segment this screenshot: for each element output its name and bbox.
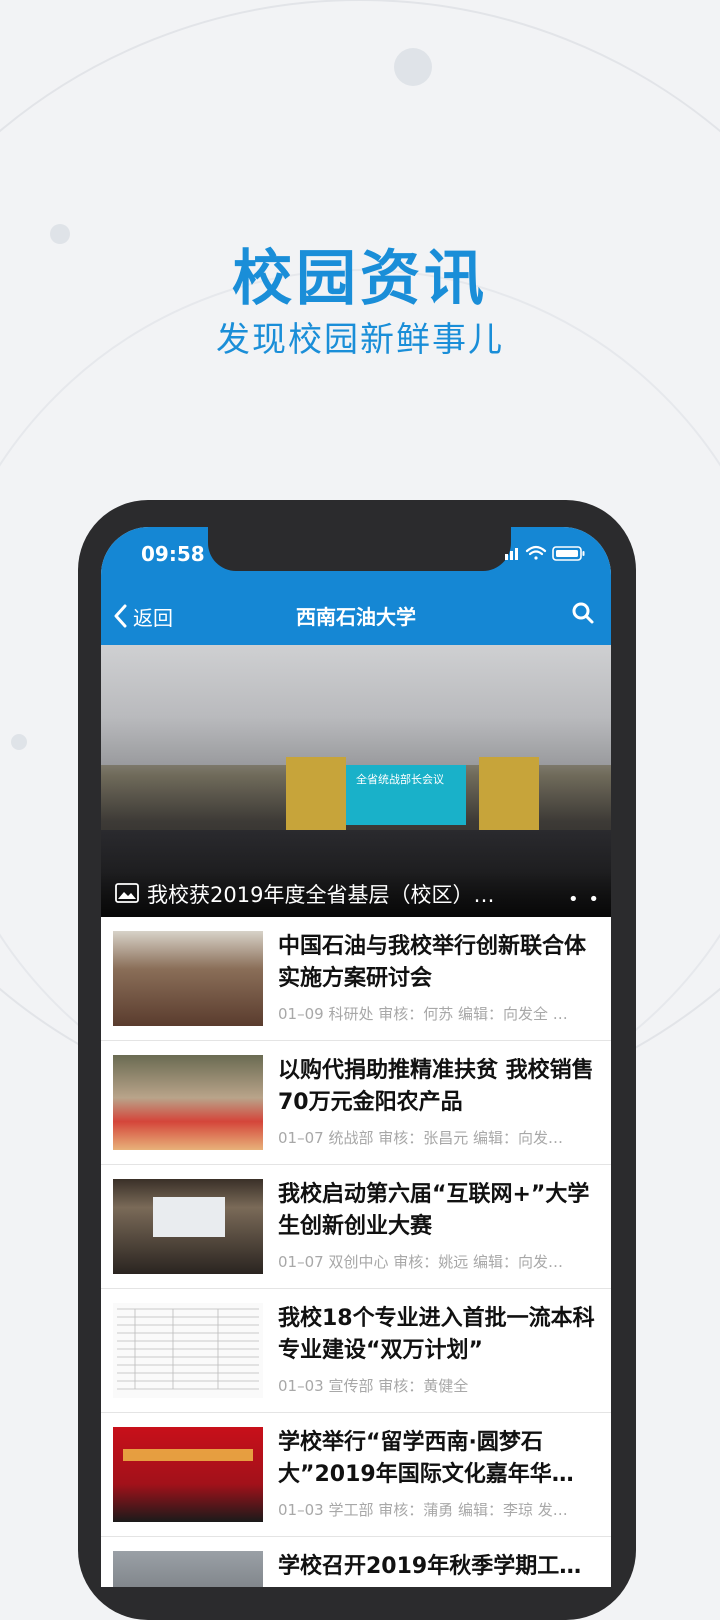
banner-curtain-left	[286, 757, 346, 837]
news-thumbnail	[113, 1551, 263, 1587]
news-meta: 01–07 统战部 审核：张昌元 编辑：向发…	[278, 1129, 563, 1147]
news-item[interactable]: 我校启动第六届“互联网+”大学生创新创业大赛 01–07 双创中心 审核：姚远 …	[101, 1165, 611, 1289]
status-bar: 09:58	[101, 527, 611, 587]
wifi-icon	[525, 545, 547, 560]
phone-notch	[208, 527, 511, 571]
news-thumbnail	[113, 1427, 263, 1522]
news-meta: 01–09 科研处 审核：何苏 编辑：向发全 …	[278, 1005, 568, 1023]
news-thumbnail	[113, 931, 263, 1026]
news-thumbnail	[113, 1055, 263, 1150]
news-item[interactable]: 学校举行“留学西南·圆梦石大”2019年国际文化嘉年华… 01–03 学工部 审…	[101, 1413, 611, 1537]
status-time: 09:58	[141, 542, 205, 566]
banner-screen-text: 全省统战部长会议	[356, 773, 444, 786]
news-title: 中国石油与我校举行创新联合体实施方案研讨会	[278, 934, 587, 991]
signal-icon	[505, 548, 518, 560]
battery-icon	[552, 546, 585, 561]
news-title: 学校召开2019年秋季学期工…	[278, 1554, 582, 1579]
promo-title: 校园资讯	[232, 244, 488, 314]
news-title: 我校18个专业进入首批一流本科专业建设“双万计划”	[278, 1306, 595, 1363]
featured-news-banner[interactable]: 全省统战部长会议 我校获2019年度全省基层（校区）… • •	[101, 645, 611, 917]
news-meta: 01–03 宣传部 审核：黄健全	[278, 1377, 469, 1395]
banner-caption: 我校获2019年度全省基层（校区）… • •	[101, 871, 611, 917]
news-item[interactable]: 学校召开2019年秋季学期工…	[101, 1537, 611, 1587]
news-list: 中国石油与我校举行创新联合体实施方案研讨会 01–09 科研处 审核：何苏 编辑…	[101, 917, 611, 1587]
news-meta: 01–07 双创中心 审核：姚远 编辑：向发…	[278, 1253, 563, 1271]
banner-curtain-right	[479, 757, 539, 837]
news-thumbnail	[113, 1179, 263, 1274]
status-icons	[505, 543, 589, 567]
news-title: 学校举行“留学西南·圆梦石大”2019年国际文化嘉年华…	[278, 1430, 574, 1487]
news-item[interactable]: 我校18个专业进入首批一流本科专业建设“双万计划” 01–03 宣传部 审核：黄…	[101, 1289, 611, 1413]
nav-bar: 返回 西南石油大学	[101, 587, 611, 645]
news-item[interactable]: 以购代捐助推精准扶贫 我校销售70万元金阳农产品 01–07 统战部 审核：张昌…	[101, 1041, 611, 1165]
news-meta: 01–03 学工部 审核：蒲勇 编辑：李琼 发…	[278, 1501, 568, 1519]
banner-caption-text: 我校获2019年度全省基层（校区）…	[147, 883, 495, 907]
search-button[interactable]	[571, 601, 595, 629]
page-title: 西南石油大学	[296, 605, 416, 629]
news-title: 我校启动第六届“互联网+”大学生创新创业大赛	[278, 1182, 590, 1239]
banner-stage-screen: 全省统战部长会议	[346, 765, 466, 825]
promo-subtitle: 发现校园新鲜事儿	[216, 320, 504, 360]
carousel-dots: • •	[568, 889, 601, 910]
news-thumbnail	[113, 1303, 263, 1398]
phone-screen: 09:58 返回 西南石油大学 全省统战部长会议 我校获2019年度全省基层（校…	[101, 527, 611, 1587]
banner-ceiling	[101, 645, 611, 765]
news-item[interactable]: 中国石油与我校举行创新联合体实施方案研讨会 01–09 科研处 审核：何苏 编辑…	[101, 917, 611, 1041]
news-title: 以购代捐助推精准扶贫 我校销售70万元金阳农产品	[278, 1058, 594, 1115]
search-icon	[572, 602, 594, 624]
image-icon	[115, 883, 139, 903]
